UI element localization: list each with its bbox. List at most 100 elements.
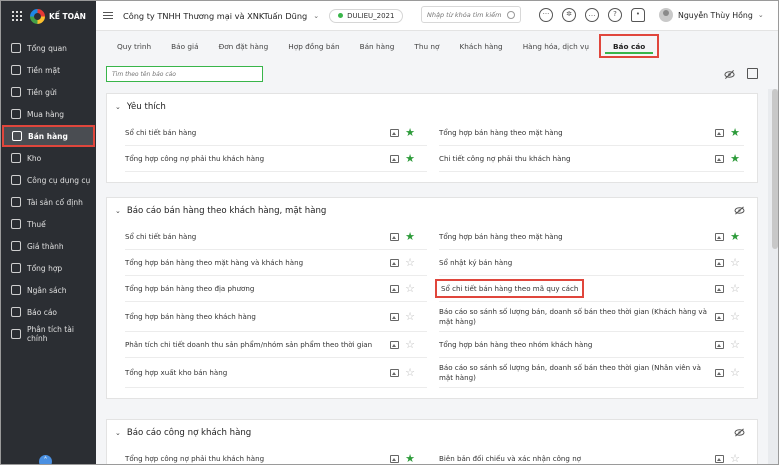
preview-icon[interactable] xyxy=(390,232,400,241)
report-item[interactable]: Sổ chi tiết bán hàng ★ xyxy=(125,224,427,250)
preview-icon[interactable] xyxy=(390,284,400,293)
preview-icon[interactable] xyxy=(390,312,400,321)
sidebar-item[interactable]: Bán hàng xyxy=(2,125,95,147)
preview-icon[interactable] xyxy=(715,368,725,377)
section-header[interactable]: ⌄ Báo cáo bán hàng theo khách hàng, mặt h… xyxy=(107,198,757,224)
chat-icon[interactable]: … xyxy=(585,8,599,22)
report-item[interactable]: Tổng hợp bán hàng theo địa phương ☆ xyxy=(125,276,427,302)
report-name[interactable]: Tổng hợp công nợ phải thu khách hàng xyxy=(125,154,390,164)
preview-icon[interactable] xyxy=(715,128,725,137)
star-outline-icon[interactable]: ☆ xyxy=(405,283,415,294)
bell-icon[interactable]: • xyxy=(631,8,645,22)
preview-icon[interactable] xyxy=(715,312,725,321)
sidebar-item[interactable]: Báo cáo xyxy=(1,301,96,323)
preview-icon[interactable] xyxy=(390,154,400,163)
report-name[interactable]: Tổng hợp bán hàng theo nhóm khách hàng xyxy=(439,340,715,350)
preview-icon[interactable] xyxy=(715,454,725,463)
star-outline-icon[interactable]: ☆ xyxy=(405,311,415,322)
preview-icon[interactable] xyxy=(390,128,400,137)
star-outline-icon[interactable]: ☆ xyxy=(730,283,740,294)
app-logo[interactable]: KẾ TOÁN xyxy=(30,8,86,24)
help-icon[interactable]: ? xyxy=(608,8,622,22)
report-name[interactable]: Tổng hợp xuất kho bán hàng xyxy=(125,368,390,378)
star-filled-icon[interactable]: ★ xyxy=(405,127,415,138)
report-item[interactable]: Tổng hợp bán hàng theo khách hàng ☆ xyxy=(125,302,427,332)
hide-icon[interactable] xyxy=(724,69,735,80)
star-filled-icon[interactable]: ★ xyxy=(730,153,740,164)
report-item[interactable]: Tổng hợp công nợ phải thu khách hàng ★ xyxy=(125,446,427,464)
scroll-up-icon[interactable]: ˄ xyxy=(39,455,52,464)
report-name[interactable]: Sổ chi tiết bán hàng xyxy=(125,232,390,242)
sidebar-item[interactable]: Công cụ dụng cụ xyxy=(1,169,96,191)
report-item[interactable]: Tổng hợp bán hàng theo mặt hàng ★ xyxy=(439,120,744,146)
report-name[interactable]: Tổng hợp công nợ phải thu khách hàng xyxy=(125,454,390,464)
tab[interactable]: Báo giá xyxy=(161,34,208,58)
gear-icon[interactable]: ✲ xyxy=(562,8,576,22)
report-item[interactable]: Tổng hợp xuất kho bán hàng ☆ xyxy=(125,358,427,388)
sidebar-item[interactable]: Kho xyxy=(1,147,96,169)
star-outline-icon[interactable]: ☆ xyxy=(730,367,740,378)
report-item[interactable]: Tổng hợp bán hàng theo mặt hàng ★ xyxy=(439,224,744,250)
preview-icon[interactable] xyxy=(390,258,400,267)
report-name[interactable]: Sổ nhật ký bán hàng xyxy=(439,258,715,268)
sidebar-item[interactable]: Ngân sách xyxy=(1,279,96,301)
report-name[interactable]: Tổng hợp bán hàng theo mặt hàng xyxy=(439,232,715,242)
section-header[interactable]: ⌄ Yêu thích xyxy=(107,94,757,120)
sidebar-item[interactable]: Tiền mặt xyxy=(1,59,96,81)
search-icon[interactable] xyxy=(507,10,515,19)
report-name[interactable]: Sổ chi tiết bán hàng xyxy=(125,128,390,138)
sidebar-item[interactable]: Tổng quan xyxy=(1,37,96,59)
report-filter-input[interactable] xyxy=(106,66,263,82)
sidebar-item[interactable]: Tiền gửi xyxy=(1,81,96,103)
company-selector[interactable]: Công ty TNHH Thương mại và XNKTuấn Dũng … xyxy=(123,11,319,21)
hide-section-icon[interactable] xyxy=(734,206,745,215)
tab[interactable]: Báo cáo xyxy=(598,34,660,58)
preview-icon[interactable] xyxy=(715,232,725,241)
more-icon[interactable]: ··· xyxy=(539,8,553,22)
app-grid-icon[interactable] xyxy=(12,11,22,21)
tab[interactable]: Khách hàng xyxy=(449,34,512,58)
user-menu[interactable]: Nguyễn Thùy Hồng ⌄ xyxy=(659,8,764,22)
report-name[interactable]: Tổng hợp bán hàng theo mặt hàng và khách… xyxy=(125,258,390,268)
preview-icon[interactable] xyxy=(390,368,400,377)
tab[interactable]: Đơn đặt hàng xyxy=(209,34,279,58)
tab[interactable]: Hàng hóa, dịch vụ xyxy=(513,34,599,58)
report-item[interactable]: Sổ chi tiết bán hàng theo mã quy cách ☆ xyxy=(435,276,744,302)
sidebar-item[interactable]: Tổng hợp xyxy=(1,257,96,279)
report-name[interactable]: Tổng hợp bán hàng theo mặt hàng xyxy=(439,128,715,138)
report-name[interactable]: Báo cáo so sánh số lượng bán, doanh số b… xyxy=(439,363,715,383)
tab[interactable]: Quy trình xyxy=(107,34,161,58)
section-header[interactable]: ⌄ Báo cáo công nợ khách hàng xyxy=(107,420,757,446)
preview-icon[interactable] xyxy=(715,284,725,293)
star-outline-icon[interactable]: ☆ xyxy=(730,257,740,268)
star-outline-icon[interactable]: ☆ xyxy=(405,339,415,350)
preview-icon[interactable] xyxy=(715,258,725,267)
scrollbar[interactable] xyxy=(772,89,778,249)
report-item[interactable]: Biên bản đối chiếu và xác nhận công nợ ☆ xyxy=(439,446,744,464)
report-item[interactable]: Sổ nhật ký bán hàng ☆ xyxy=(439,250,744,276)
preview-icon[interactable] xyxy=(715,154,725,163)
sidebar-item[interactable]: Giá thành xyxy=(1,235,96,257)
report-name[interactable]: Tổng hợp bán hàng theo khách hàng xyxy=(125,312,390,322)
star-outline-icon[interactable]: ☆ xyxy=(730,339,740,350)
star-filled-icon[interactable]: ★ xyxy=(405,153,415,164)
report-item[interactable]: Báo cáo so sánh số lượng bán, doanh số b… xyxy=(439,358,744,388)
report-item[interactable]: Báo cáo so sánh số lượng bán, doanh số b… xyxy=(439,302,744,332)
tab[interactable]: Thu nợ xyxy=(404,34,449,58)
sidebar-item[interactable]: Phân tích tài chính xyxy=(1,323,96,345)
report-item[interactable]: Chi tiết công nợ phải thu khách hàng ★ xyxy=(439,146,744,172)
report-item[interactable]: Tổng hợp bán hàng theo nhóm khách hàng ☆ xyxy=(439,332,744,358)
hide-section-icon[interactable] xyxy=(734,428,745,437)
search-input[interactable] xyxy=(427,10,508,19)
report-item[interactable]: Sổ chi tiết bán hàng ★ xyxy=(125,120,427,146)
menu-icon[interactable] xyxy=(103,11,113,20)
report-name[interactable]: Báo cáo so sánh số lượng bán, doanh số b… xyxy=(439,307,715,327)
copy-icon[interactable] xyxy=(747,68,758,79)
star-filled-icon[interactable]: ★ xyxy=(730,127,740,138)
preview-icon[interactable] xyxy=(390,340,400,349)
star-filled-icon[interactable]: ★ xyxy=(405,453,415,464)
report-name[interactable]: Phân tích chi tiết doanh thu sản phẩm/nh… xyxy=(125,340,390,350)
report-item[interactable]: Tổng hợp bán hàng theo mặt hàng và khách… xyxy=(125,250,427,276)
report-item[interactable]: Phân tích chi tiết doanh thu sản phẩm/nh… xyxy=(125,332,427,358)
star-filled-icon[interactable]: ★ xyxy=(730,231,740,242)
